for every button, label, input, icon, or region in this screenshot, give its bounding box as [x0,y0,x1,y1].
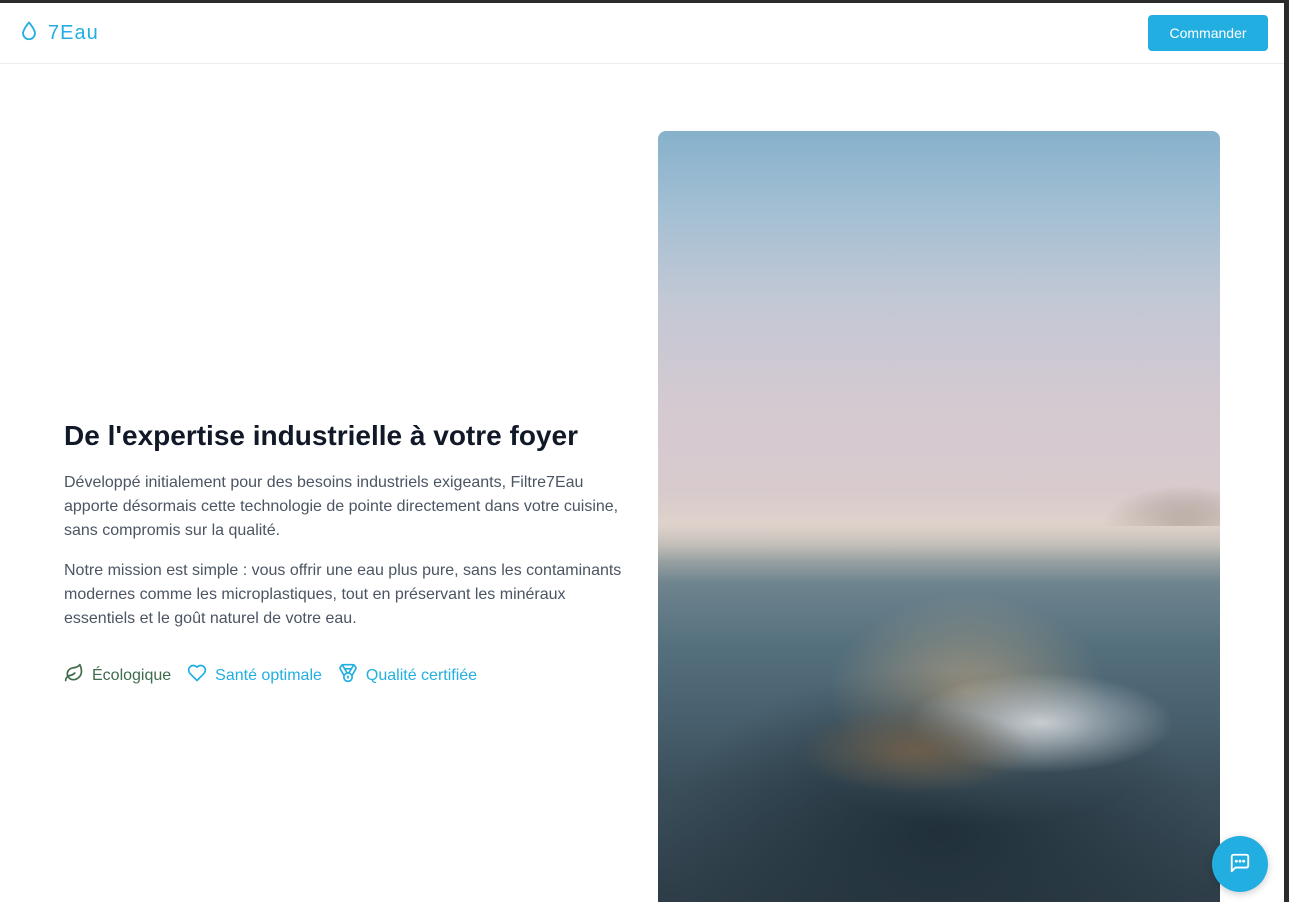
section-paragraph-1: Développé initialement pour des besoins … [64,474,619,539]
feature-label: Santé optimale [215,666,322,684]
chat-button[interactable] [1212,836,1268,892]
chat-icon [1229,852,1251,877]
section-title: De l'expertise industrielle à votre foye… [64,420,578,451]
feature-sante-optimale: Santé optimale [187,663,322,688]
medal-icon [338,663,358,688]
feature-ecologique: Écologique [64,663,171,688]
logo-text: 7Eau [48,22,99,44]
wave-splash [768,651,1188,831]
feature-qualite-certifiee: Qualité certifiée [338,663,477,688]
order-button[interactable]: Commander [1148,15,1268,51]
ocean-wave-image [658,131,1220,902]
feature-list: Écologique Santé optimale Qualité certif… [64,663,634,688]
feature-label: Qualité certifiée [365,666,478,684]
heart-icon [187,663,207,688]
about-section: De l'expertise industrielle à votre foye… [64,418,634,688]
site-header: 7Eau Commander [0,3,1284,64]
logo[interactable]: 7Eau [18,20,99,47]
distant-hill [1100,486,1220,526]
leaf-icon [64,663,84,688]
water-drop-icon [18,20,40,47]
section-paragraph-2: Notre mission est simple : vous offrir u… [64,562,622,627]
page: 7Eau Commander De l'expertise industriel… [0,3,1284,902]
feature-label: Écologique [92,666,172,684]
